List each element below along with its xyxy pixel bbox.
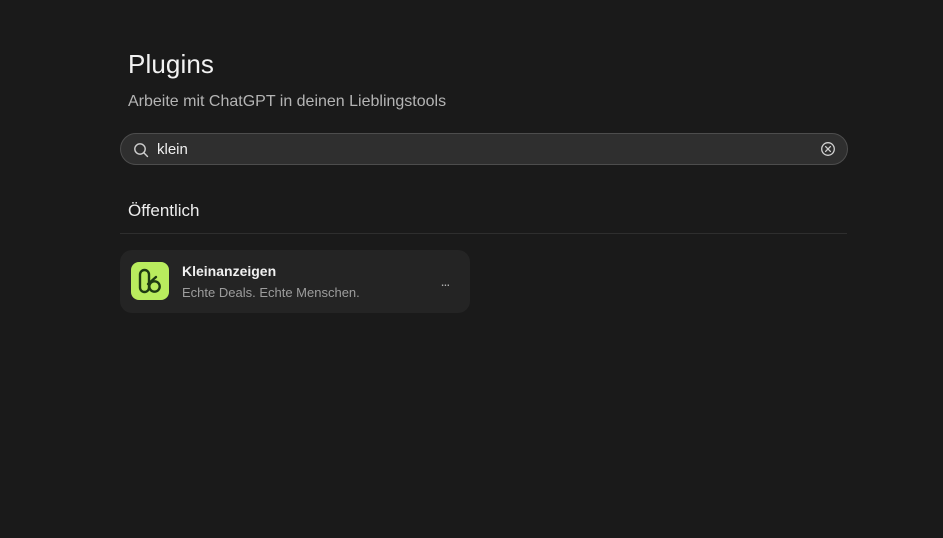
plugin-name: Kleinanzeigen (182, 263, 277, 279)
search-icon (133, 142, 149, 158)
plugins-page: Plugins Arbeite mit ChatGPT in deinen Li… (0, 0, 943, 538)
plugin-search-bar[interactable] (120, 133, 848, 165)
section-divider (120, 233, 847, 234)
clear-search-icon[interactable] (820, 141, 836, 157)
kleinanzeigen-logo-icon (131, 262, 169, 300)
section-heading-public: Öffentlich (128, 201, 200, 220)
page-subtitle: Arbeite mit ChatGPT in deinen Lieblingst… (128, 93, 447, 110)
page-title: Plugins (128, 49, 214, 79)
search-input[interactable] (157, 134, 797, 164)
more-options-button[interactable]: ... (433, 270, 457, 292)
plugin-description: Echte Deals. Echte Menschen. (182, 285, 360, 300)
plugin-card-kleinanzeigen[interactable]: Kleinanzeigen Echte Deals. Echte Mensche… (120, 250, 470, 313)
